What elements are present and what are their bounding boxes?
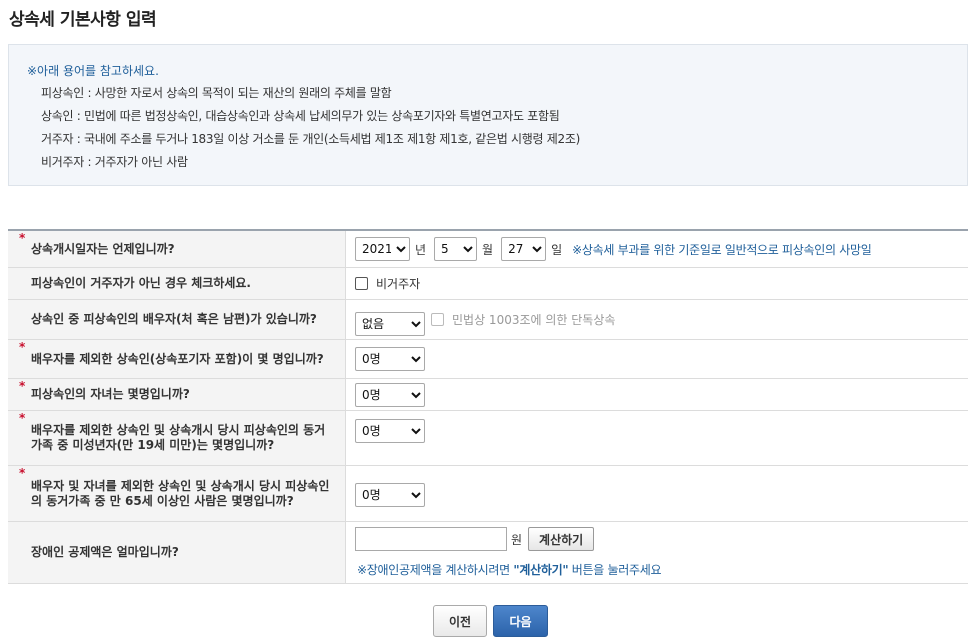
field-heirs-count: 0명 [346,340,968,378]
field-elderly-count: 0명 [346,466,968,521]
label-text: 배우자 및 자녀를 제외한 상속인 및 상속개시 당시 피상속인의 동거가족 중… [31,478,330,508]
required-mark: * [19,340,26,354]
label-spouse: 상속인 중 피상속인의 배우자(처 혹은 남편)가 있습니까? [8,300,346,339]
hint-button-name: "계산하기" [513,563,569,577]
required-mark: * [19,411,26,425]
heirs-count-select[interactable]: 0명 [355,347,425,371]
label-text: 장애인 공제액은 얼마입니까? [31,545,179,559]
label-children-count: * 피상속인의 자녀는 몇명입니까? [8,379,346,410]
day-unit: 일 [551,242,563,257]
label-text: 피상속인의 자녀는 몇명입니까? [31,387,190,401]
row-minors-count: * 배우자를 제외한 상속인 및 상속개시 당시 피상속인의 동거가족 중 미성… [8,411,968,466]
children-count-select[interactable]: 0명 [355,382,425,407]
row-elderly-count: * 배우자 및 자녀를 제외한 상속인 및 상속개시 당시 피상속인의 동거가족… [8,466,968,522]
label-minors-count: * 배우자를 제외한 상속인 및 상속개시 당시 피상속인의 동거가족 중 미성… [8,411,346,465]
basic-info-form: * 상속개시일자는 언제입니까? 2021 년 5 월 27 일 ※상속세 부과… [8,229,968,584]
prev-button[interactable]: 이전 [433,605,487,637]
field-disabled-deduction: 원 계산하기 ※장애인공제액을 계산하시려면 "계산하기" 버튼을 눌러주세요 [346,522,968,583]
disabled-deduction-input[interactable] [355,527,507,551]
label-text: 배우자를 제외한 상속인(상속포기자 포함)이 몇 명입니까? [31,351,324,366]
required-mark: * [19,379,26,393]
field-nonresident: 비거주자 [346,268,968,299]
notice-heading: ※아래 용어를 참고하세요. [27,64,159,78]
year-unit: 년 [415,242,427,257]
calculate-button[interactable]: 계산하기 [528,527,595,551]
field-minors-count: 0명 [346,411,968,465]
label-heirs-count: * 배우자를 제외한 상속인(상속포기자 포함)이 몇 명입니까? [8,340,346,378]
notice-term-nonresident: 비거주자 : 거주자가 아닌 사람 [41,155,188,169]
nonresident-checkbox-label[interactable]: 비거주자 [376,275,420,292]
label-elderly-count: * 배우자 및 자녀를 제외한 상속인 및 상속개시 당시 피상속인의 동거가족… [8,466,346,521]
notice-term-heir: 상속인 : 민법에 따른 법정상속인, 대습상속인과 상속세 납세의무가 있는 … [41,109,560,123]
year-select[interactable]: 2021 [355,237,410,261]
row-children-count: * 피상속인의 자녀는 몇명입니까? 0명 [8,379,968,411]
label-text: 상속개시일자는 언제입니까? [31,241,175,256]
notice-term-decedent: 피상속인 : 사망한 자로서 상속의 목적이 되는 재산의 원래의 주체를 말함 [41,86,392,100]
required-mark: * [19,231,26,245]
next-button[interactable]: 다음 [493,605,548,637]
row-spouse: 상속인 중 피상속인의 배우자(처 혹은 남편)가 있습니까? 없음 민법상 1… [8,300,968,340]
label-nonresident: 피상속인이 거주자가 아닌 경우 체크하세요. [8,268,346,299]
row-inheritance-date: * 상속개시일자는 언제입니까? 2021 년 5 월 27 일 ※상속세 부과… [8,231,968,268]
label-text: 피상속인이 거주자가 아닌 경우 체크하세요. [31,276,251,290]
minors-count-select[interactable]: 0명 [355,419,425,443]
day-select[interactable]: 27 [501,237,547,261]
page-title: 상속세 기본사항 입력 [9,10,157,30]
label-disabled-deduction: 장애인 공제액은 얼마입니까? [8,522,346,583]
row-disabled-deduction: 장애인 공제액은 얼마입니까? 원 계산하기 ※장애인공제액을 계산하시려면 "… [8,522,968,584]
label-inheritance-date: * 상속개시일자는 언제입니까? [8,231,346,267]
terms-notice-box: ※아래 용어를 참고하세요. 피상속인 : 사망한 자로서 상속의 목적이 되는… [8,44,968,186]
required-mark: * [19,466,26,480]
label-text: 상속인 중 피상속인의 배우자(처 혹은 남편)가 있습니까? [31,312,317,326]
sole-inheritance-checkbox[interactable] [431,313,444,326]
field-children-count: 0명 [346,379,968,410]
field-inheritance-date: 2021 년 5 월 27 일 ※상속세 부과를 위한 기준일로 일반적으로 피… [346,231,968,267]
month-select[interactable]: 5 [434,237,478,261]
month-unit: 월 [482,242,494,257]
hint-suffix: 버튼을 눌러주세요 [568,563,662,577]
label-text: 배우자를 제외한 상속인 및 상속개시 당시 피상속인의 동거가족 중 미성년자… [31,423,326,452]
field-spouse: 없음 민법상 1003조에 의한 단독상속 [346,300,968,339]
nonresident-checkbox[interactable] [355,277,368,290]
spouse-select[interactable]: 없음 [355,311,425,336]
sole-inheritance-label: 민법상 1003조에 의한 단독상속 [452,313,616,327]
elderly-count-select[interactable]: 0명 [355,483,425,507]
calculate-hint: ※장애인공제액을 계산하시려면 "계산하기" 버튼을 눌러주세요 [357,561,662,578]
notice-term-resident: 거주자 : 국내에 주소를 두거나 183일 이상 거소를 둔 개인(소득세법 … [41,132,580,146]
hint-prefix: ※장애인공제액을 계산하시려면 [357,563,514,577]
amount-unit: 원 [511,532,523,547]
row-heirs-count: * 배우자를 제외한 상속인(상속포기자 포함)이 몇 명입니까? 0명 [8,340,968,379]
date-hint: ※상속세 부과를 위한 기준일로 일반적으로 피상속인의 사망일 [572,242,872,257]
row-nonresident: 피상속인이 거주자가 아닌 경우 체크하세요. 비거주자 [8,268,968,300]
